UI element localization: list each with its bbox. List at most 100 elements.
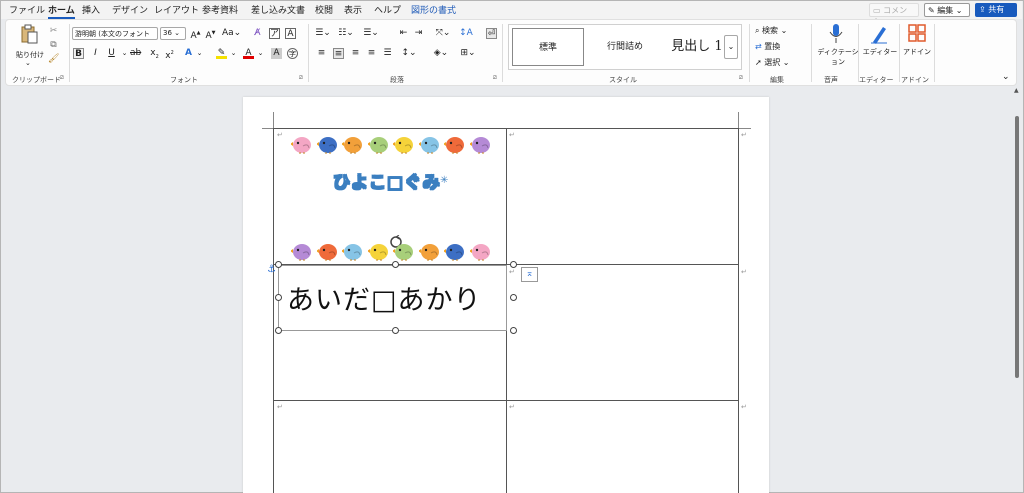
text-direction-icon[interactable]: ⤧⌄ xyxy=(434,28,452,39)
clear-format-icon[interactable]: A̸ xyxy=(252,28,263,39)
tab-file[interactable]: ファイル xyxy=(9,3,45,16)
resize-handle[interactable] xyxy=(275,261,282,268)
shading-icon[interactable]: ◈⌄ xyxy=(432,48,450,59)
grow-font-icon[interactable]: A▲ xyxy=(190,28,201,41)
dialog-launcher-icon[interactable]: ⧄ xyxy=(493,74,497,82)
multilevel-list-icon[interactable]: ☰⌄ xyxy=(362,28,380,39)
decrease-indent-icon[interactable]: ⇤ xyxy=(398,28,409,39)
dialog-launcher-icon[interactable]: ⧄ xyxy=(60,74,64,82)
font-size-select[interactable]: 36 ⌄ xyxy=(160,27,186,40)
superscript-button[interactable]: x2 xyxy=(164,48,175,61)
editor-button[interactable]: エディター xyxy=(862,23,898,71)
strikethrough-button[interactable]: ab xyxy=(130,48,141,59)
bullets-icon[interactable]: ☰⌄ xyxy=(314,28,332,39)
format-painter-icon[interactable]: 🖌 xyxy=(48,54,59,65)
copy-icon[interactable]: ⧉ xyxy=(48,40,59,51)
tab-help[interactable]: ヘルプ xyxy=(374,3,401,16)
chevron-down-icon[interactable]: ⌄ xyxy=(194,48,205,59)
edit-mode-button[interactable]: ✎ 編集 ⌄ xyxy=(924,3,970,17)
student-name-text[interactable]: あいだ□あかり xyxy=(287,278,482,317)
group-separator xyxy=(811,24,812,82)
underline-button[interactable]: U xyxy=(106,48,117,59)
dialog-launcher-icon[interactable]: ⧄ xyxy=(739,74,743,82)
tab-view[interactable]: 表示 xyxy=(344,3,362,16)
bird-illustration xyxy=(392,132,415,154)
chevron-down-icon[interactable]: ⌄ xyxy=(228,48,239,59)
chevron-down-icon[interactable]: ⌄ xyxy=(119,48,130,59)
tab-references[interactable]: 参考資料 xyxy=(202,3,238,16)
italic-button[interactable]: I xyxy=(90,48,101,59)
subscript-button[interactable]: x2 xyxy=(149,48,160,60)
bird-illustration xyxy=(366,239,390,261)
resize-handle[interactable] xyxy=(275,327,282,334)
bold-button[interactable]: B xyxy=(73,48,84,59)
enclose-char-icon[interactable]: A xyxy=(285,28,296,39)
resize-handle[interactable] xyxy=(510,294,517,301)
tab-home[interactable]: ホーム xyxy=(48,3,75,19)
paragraph-mark: ↵ xyxy=(741,131,747,139)
menu-bar: ファイル ホーム 挿入 デザイン レイアウト 参考資料 差し込み文書 校閲 表示… xyxy=(1,1,1022,26)
scrollbar-thumb[interactable] xyxy=(1015,116,1019,378)
editor-icon xyxy=(871,27,887,44)
class-title-wordart[interactable]: ひよこ□ぐみ xyxy=(333,168,441,194)
phonetic-guide-icon[interactable]: ア xyxy=(269,28,280,39)
style-heading-1[interactable]: 見出し 1 xyxy=(663,28,731,66)
tab-insert[interactable]: 挿入 xyxy=(82,3,100,16)
resize-handle[interactable] xyxy=(510,261,517,268)
select-button[interactable]: ➚ 選択 ⌄ xyxy=(755,57,790,68)
styles-more-button[interactable]: ⌄ xyxy=(724,35,738,59)
resize-handle[interactable] xyxy=(510,327,517,334)
paste-button[interactable]: 貼り付け ⌄ xyxy=(14,24,44,68)
dictate-button[interactable]: ディクテーション xyxy=(816,23,859,71)
vertical-scrollbar[interactable]: ▲ xyxy=(1012,87,1022,491)
shrink-font-icon[interactable]: A▼ xyxy=(205,28,216,41)
tab-mailings[interactable]: 差し込み文書 xyxy=(251,3,305,16)
distributed-icon[interactable]: ☰ xyxy=(382,48,393,59)
font-name-select[interactable]: 游明朝 (本文のフォント xyxy=(72,27,158,40)
dialog-launcher-icon[interactable]: ⧄ xyxy=(299,74,303,82)
styles-gallery: 標準 行間詰め 見出し 1 xyxy=(508,24,742,70)
char-shading-icon[interactable]: A xyxy=(271,48,282,59)
tab-review[interactable]: 校閲 xyxy=(315,3,333,16)
paragraph-mark: ↵ xyxy=(741,403,747,411)
addins-button[interactable]: アドイン xyxy=(902,23,932,71)
align-right-icon[interactable]: ≡ xyxy=(350,48,361,59)
align-center-icon[interactable]: ≡ xyxy=(333,48,344,59)
resize-handle[interactable] xyxy=(392,327,399,334)
style-normal[interactable]: 標準 xyxy=(512,28,584,66)
align-left-icon[interactable]: ≡ xyxy=(316,48,327,59)
replace-label: 置換 xyxy=(764,42,781,51)
crop-mark xyxy=(273,112,274,128)
text-effects-icon[interactable]: A xyxy=(183,48,194,59)
change-case-icon[interactable]: Aa⌄ xyxy=(222,28,241,39)
tab-layout[interactable]: レイアウト xyxy=(154,3,199,16)
justify-icon[interactable]: ≡ xyxy=(366,48,377,59)
highlight-icon[interactable]: ✎ xyxy=(216,48,227,59)
numbering-icon[interactable]: ☷⌄ xyxy=(337,28,355,39)
find-button[interactable]: ⌕ 検索 ⌄ xyxy=(755,25,787,36)
style-no-spacing[interactable]: 行間詰め xyxy=(589,28,661,66)
collapse-ribbon-icon[interactable]: ⌄ xyxy=(1002,72,1010,82)
cut-icon[interactable]: ✂ xyxy=(48,26,59,37)
layout-options-icon[interactable]: ⌅ xyxy=(521,267,538,282)
borders-icon[interactable]: ⊞⌄ xyxy=(459,48,477,59)
enclosed-char-icon[interactable]: 字 xyxy=(287,48,298,59)
sort-icon[interactable]: ↕A xyxy=(457,28,475,39)
line-spacing-icon[interactable]: ↕⌄ xyxy=(400,48,418,59)
tab-design[interactable]: デザイン xyxy=(112,3,148,16)
comment-button[interactable]: ▭ コメント xyxy=(869,3,919,26)
resize-handle[interactable] xyxy=(392,261,399,268)
bird-illustration xyxy=(290,239,313,261)
bird-illustration xyxy=(417,132,441,154)
increase-indent-icon[interactable]: ⇥ xyxy=(413,28,424,39)
tab-shape-format[interactable]: 図形の書式 xyxy=(411,3,456,16)
resize-handle[interactable] xyxy=(275,294,282,301)
share-button[interactable]: ⇪ 共有 xyxy=(975,3,1017,17)
scroll-up-icon[interactable]: ▲ xyxy=(1014,87,1019,94)
font-color-icon[interactable]: A xyxy=(243,48,254,59)
show-marks-icon[interactable]: ⏎ xyxy=(486,28,497,39)
chevron-down-icon[interactable]: ⌄ xyxy=(255,48,266,59)
editor-group-label: エディター xyxy=(859,76,894,84)
group-separator xyxy=(934,24,935,82)
replace-button[interactable]: ⇄ 置換 xyxy=(755,41,780,52)
